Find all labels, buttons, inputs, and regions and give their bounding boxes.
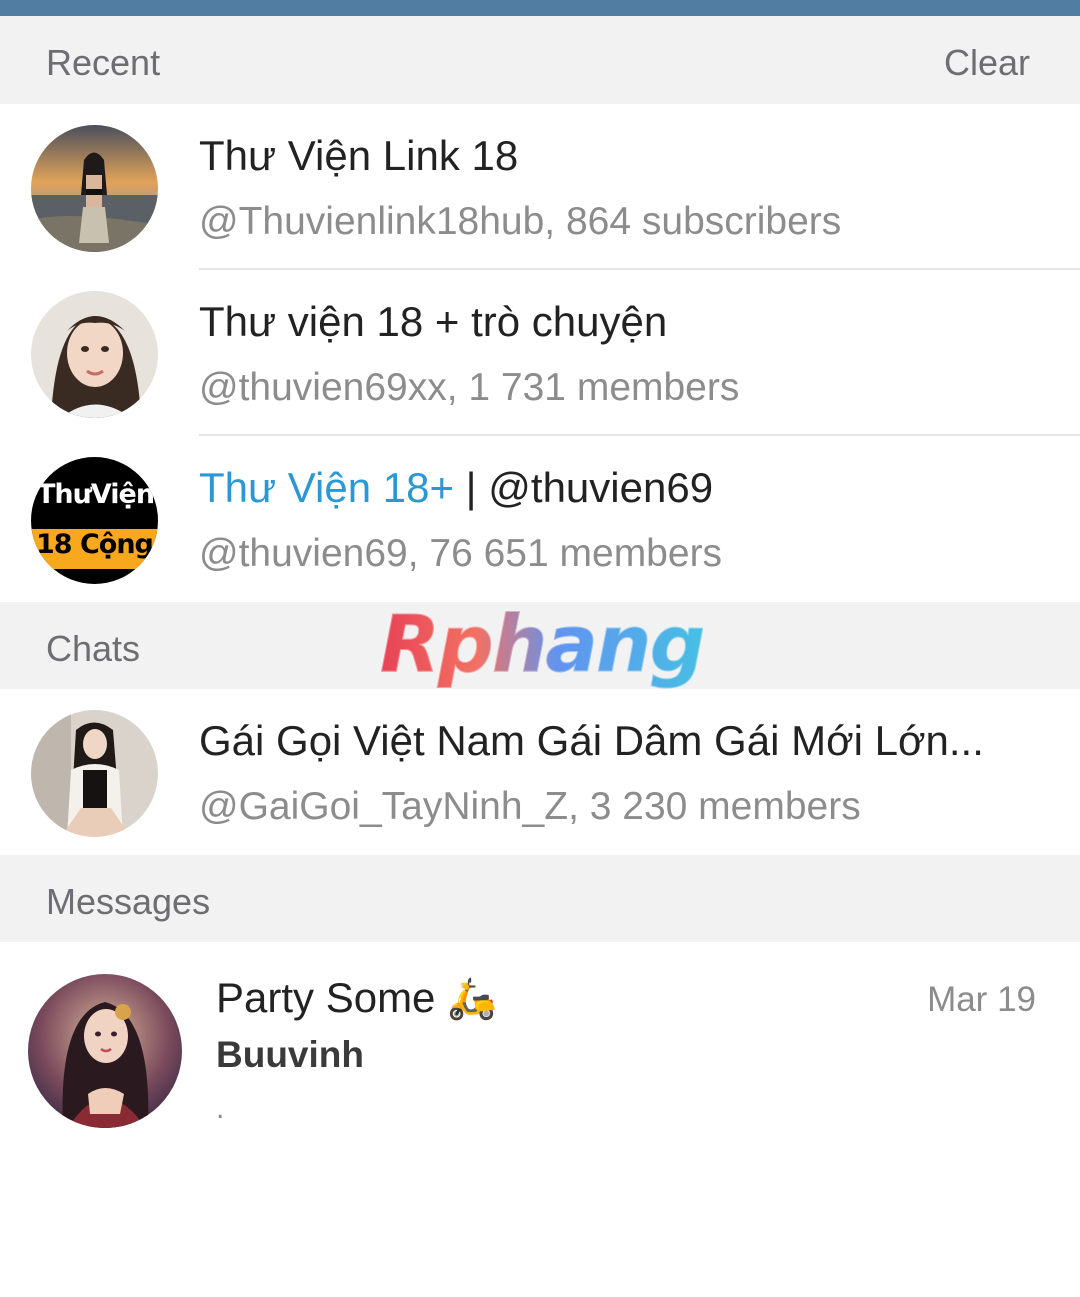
- chat-subtitle: @Thuvienlink18hub, 864 subscribers: [199, 200, 842, 243]
- clear-button[interactable]: Clear: [944, 42, 1030, 84]
- avatar: [28, 974, 182, 1128]
- message-preview: .: [216, 1092, 225, 1125]
- avatar: [31, 125, 158, 252]
- message-item[interactable]: Party Some 🛵 Mar 19 Buuvinh .: [0, 942, 1080, 1152]
- top-bar: [0, 0, 1080, 16]
- avatar-text-bottom: 18 Cộng: [36, 529, 154, 560]
- recent-item[interactable]: ThưViện 18 Cộng Thư Viện 18+ | @thuvien6…: [0, 436, 1080, 602]
- recent-item[interactable]: Thư viện 18 + trò chuyện @thuvien69xx, 1…: [0, 270, 1080, 436]
- avatar: ThưViện 18 Cộng: [31, 457, 158, 584]
- message-date: Mar 19: [927, 980, 1036, 1019]
- chat-subtitle: @thuvien69xx, 1 731 members: [199, 366, 740, 409]
- avatar: [31, 291, 158, 418]
- avatar: [31, 710, 158, 837]
- chat-name: Thư Viện Link 18: [199, 132, 519, 179]
- chat-name: Gái Gọi Việt Nam Gái Dâm Gái Mới Lớn...: [199, 717, 984, 764]
- scooter-emoji: 🛵: [447, 976, 497, 1022]
- recent-title: Recent: [46, 42, 161, 83]
- messages-title: Messages: [46, 881, 211, 922]
- chats-title: Chats: [46, 628, 141, 669]
- chat-name: Thư viện 18 + trò chuyện: [199, 298, 668, 345]
- message-sender: Buuvinh: [216, 1034, 364, 1075]
- chat-subtitle: @GaiGoi_TayNinh_Z, 3 230 members: [199, 785, 861, 828]
- message-title-text: Party Some: [216, 974, 436, 1021]
- watermark-logo: Rphang: [379, 600, 705, 691]
- chat-name: Thư Viện 18+ | @thuvien69: [199, 464, 713, 512]
- recent-item[interactable]: Thư Viện Link 18 @Thuvienlink18hub, 864 …: [0, 104, 1080, 270]
- chat-name-rest: | @thuvien69: [454, 464, 714, 511]
- messages-section-header: Messages: [0, 855, 1080, 942]
- chat-subtitle: @thuvien69, 76 651 members: [199, 532, 723, 575]
- recent-section-header: Recent Clear: [0, 16, 1080, 104]
- avatar-text-top: ThưViện: [37, 479, 155, 510]
- message-title: Party Some 🛵: [216, 974, 497, 1022]
- chat-name-highlight: Thư Viện 18+: [199, 464, 455, 511]
- chat-item[interactable]: Gái Gọi Việt Nam Gái Dâm Gái Mới Lớn... …: [0, 689, 1080, 855]
